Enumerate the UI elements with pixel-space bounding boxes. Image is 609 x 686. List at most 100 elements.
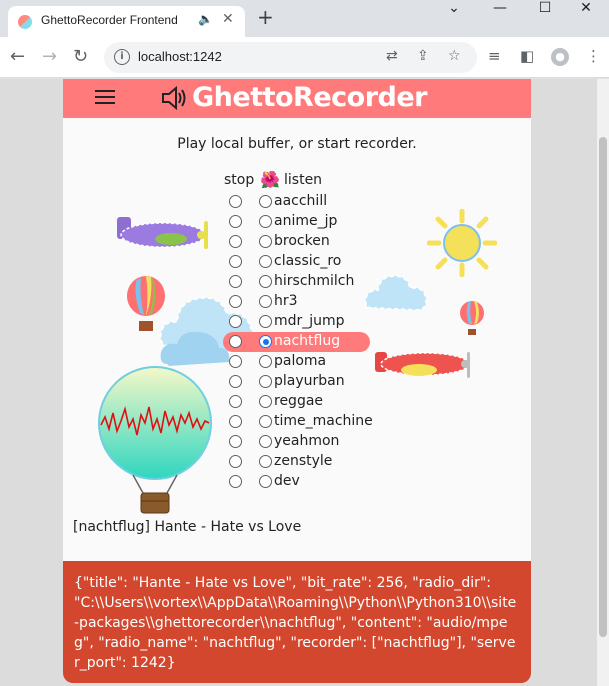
station-row: classic_ro	[223, 252, 383, 272]
station-name: classic_ro	[274, 253, 342, 269]
station-row: playurban	[223, 372, 383, 392]
stop-radio[interactable]	[229, 255, 242, 268]
listen-radio[interactable]	[259, 315, 272, 328]
listen-radio[interactable]	[259, 415, 272, 428]
scrollbar-thumb[interactable]	[599, 137, 607, 637]
window-collapse-icon[interactable]: ⌄	[431, 0, 477, 28]
listen-radio[interactable]	[259, 375, 272, 388]
sun-icon	[427, 209, 497, 277]
listen-radio[interactable]	[259, 355, 272, 368]
station-name: aacchill	[274, 193, 328, 209]
page-viewport: GhettoRecorder Play local buffer, or sta…	[0, 79, 597, 686]
station-name: hr3	[274, 293, 298, 309]
media-control-icon[interactable]: ≡	[488, 47, 501, 65]
stop-radio[interactable]	[229, 475, 242, 488]
app-card: GhettoRecorder Play local buffer, or sta…	[63, 79, 531, 683]
menu-dots-icon[interactable]: ⋮	[586, 47, 601, 65]
stop-radio[interactable]	[229, 275, 242, 288]
station-name: brocken	[274, 233, 330, 249]
stop-column-header: stop	[224, 172, 255, 188]
stop-radio[interactable]	[229, 235, 242, 248]
station-row: mdr_jump	[223, 312, 383, 332]
station-name: hirschmilch	[274, 273, 355, 289]
waveform-balloon-icon	[98, 366, 212, 514]
page-subtitle: Play local buffer, or start recorder.	[177, 136, 417, 152]
address-bar[interactable]: i localhost:1242 ⇄ ⇪ ☆	[104, 42, 477, 73]
station-name: paloma	[274, 353, 327, 369]
station-row: zenstyle	[223, 452, 383, 472]
side-panel-icon[interactable]: ◧	[520, 47, 534, 65]
reload-icon[interactable]: ↻	[73, 46, 88, 68]
stop-radio[interactable]	[229, 455, 242, 468]
purple-airplane-icon	[117, 217, 208, 249]
station-name: playurban	[274, 373, 345, 389]
now-playing-text: [nachtflug] Hante - Hate vs Love	[73, 519, 302, 535]
bookmark-star-icon[interactable]: ☆	[448, 48, 461, 64]
listen-radio[interactable]	[259, 295, 272, 308]
station-name: zenstyle	[274, 453, 333, 469]
share-icon[interactable]: ⇪	[417, 48, 429, 64]
site-info-icon[interactable]: i	[114, 49, 130, 65]
stop-radio[interactable]	[229, 375, 242, 388]
station-name: mdr_jump	[274, 313, 345, 329]
flower-icon: 🌺	[260, 170, 280, 189]
station-row: hirschmilch	[223, 272, 383, 292]
station-row: hr3	[223, 292, 383, 312]
station-row: paloma	[223, 352, 383, 372]
station-row: anime_jp	[223, 212, 383, 232]
listen-radio[interactable]	[259, 435, 272, 448]
back-icon[interactable]: ←	[10, 46, 25, 68]
station-row: yeahmon	[223, 432, 383, 452]
stop-radio[interactable]	[229, 395, 242, 408]
stop-radio[interactable]	[229, 355, 242, 368]
minimize-icon[interactable]: —	[477, 0, 523, 28]
stop-radio[interactable]	[229, 215, 242, 228]
maximize-icon[interactable]: ☐	[522, 0, 568, 28]
listen-radio[interactable]	[259, 395, 272, 408]
browser-toolbar: ← → ↻ i localhost:1242 ⇄ ⇪ ☆ ≡ ◧ ● ⋮	[0, 37, 609, 78]
stop-radio[interactable]	[229, 315, 242, 328]
speaker-icon	[162, 85, 186, 111]
tab-strip: GhettoRecorder Frontend 🔈 ✕ + ⌄ — ☐ ✕	[0, 0, 609, 37]
station-name: yeahmon	[274, 433, 340, 449]
station-name: nachtflug	[274, 333, 341, 349]
stop-radio[interactable]	[229, 195, 242, 208]
browser-tab[interactable]: GhettoRecorder Frontend 🔈 ✕	[8, 6, 245, 37]
listen-radio[interactable]	[259, 475, 272, 488]
station-row: aacchill	[223, 192, 383, 212]
station-row: reggae	[223, 392, 383, 412]
forward-icon[interactable]: →	[42, 46, 57, 68]
listen-radio[interactable]	[259, 455, 272, 468]
tab-title: GhettoRecorder Frontend	[41, 13, 178, 27]
listen-radio[interactable]	[259, 275, 272, 288]
tab-audio-icon[interactable]: 🔈	[198, 12, 213, 26]
new-tab-button[interactable]: +	[257, 5, 274, 29]
stop-radio[interactable]	[229, 295, 242, 308]
close-icon[interactable]: ✕	[563, 0, 609, 28]
stop-radio[interactable]	[229, 335, 242, 348]
translate-icon[interactable]: ⇄	[386, 48, 398, 64]
listen-radio[interactable]	[259, 335, 272, 348]
stop-radio[interactable]	[229, 435, 242, 448]
url-text: localhost:1242	[138, 49, 222, 64]
station-row: brocken	[223, 232, 383, 252]
app-brand-title: GhettoRecorder	[192, 82, 428, 113]
station-row: time_machine	[223, 412, 383, 432]
page-scrollbar[interactable]	[597, 79, 609, 686]
hamburger-menu-icon[interactable]	[95, 86, 115, 108]
listen-radio[interactable]	[259, 255, 272, 268]
station-name: time_machine	[274, 413, 373, 429]
listen-radio[interactable]	[259, 215, 272, 228]
small-balloon-icon	[460, 301, 484, 335]
stop-radio[interactable]	[229, 415, 242, 428]
station-row: nachtflug	[223, 332, 370, 352]
red-airplane-icon	[375, 352, 470, 378]
station-name: reggae	[274, 393, 324, 409]
profile-avatar-icon[interactable]: ●	[551, 48, 569, 66]
listen-radio[interactable]	[259, 235, 272, 248]
listen-radio[interactable]	[259, 195, 272, 208]
listen-column-header: listen	[284, 172, 323, 188]
tab-close-icon[interactable]: ✕	[222, 11, 234, 27]
station-name: anime_jp	[274, 213, 338, 229]
station-row: dev	[223, 472, 383, 492]
